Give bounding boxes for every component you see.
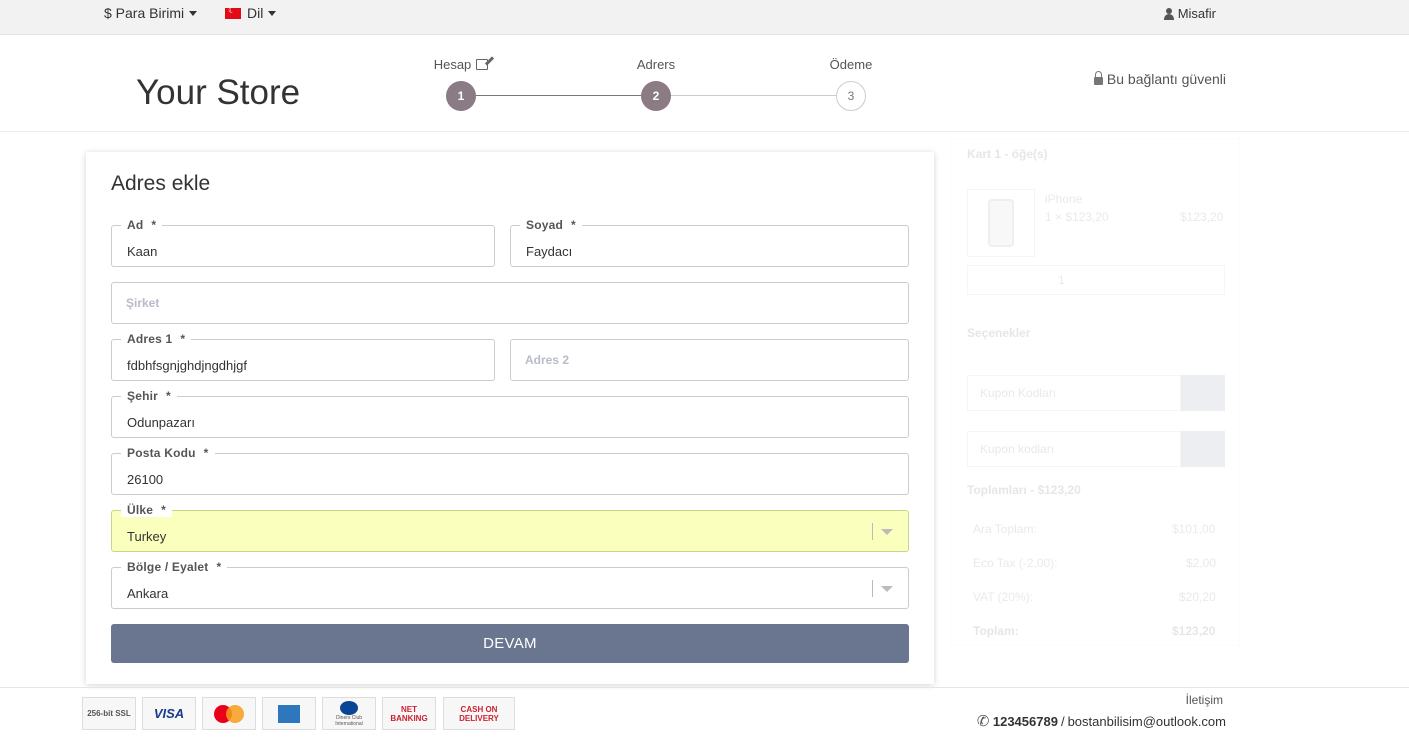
chevron-down-icon[interactable] bbox=[881, 586, 893, 592]
field-label: Bölge / Eyalet * bbox=[121, 560, 228, 574]
contact-separator: / bbox=[1060, 714, 1065, 729]
total-label: Toplam: bbox=[973, 624, 1019, 638]
step-address: Adrers 2 bbox=[616, 57, 696, 111]
quantity-stepper[interactable]: 1 bbox=[967, 265, 1225, 295]
address-form-card: Adres ekle Ad * Kaan Soyad * Faydacı Şirke… bbox=[86, 152, 934, 684]
total-value: $101,00 bbox=[1172, 522, 1216, 536]
company-field[interactable]: Şirket bbox=[111, 282, 909, 324]
country-select[interactable]: Ülke * Turkey bbox=[111, 503, 909, 552]
net-banking-icon: NET BANKING bbox=[382, 697, 436, 730]
step-number: 2 bbox=[641, 81, 671, 111]
lock-icon bbox=[1093, 71, 1103, 85]
address1-field[interactable]: Adres 1 * fdbhfsgnjghdjngdhjgf bbox=[111, 332, 495, 381]
diners-club-icon: Diners Club International bbox=[322, 697, 376, 730]
voucher-placeholder: Kupon kodları bbox=[980, 442, 1055, 456]
header: Your Store Hesap 1 Adrers 2 Ödeme 3 Bu b… bbox=[0, 35, 1409, 132]
field-label: Ülke * bbox=[121, 503, 173, 517]
options-title: Seçenekler bbox=[967, 326, 1031, 340]
iphone-icon bbox=[988, 199, 1014, 247]
user-icon bbox=[1163, 7, 1174, 20]
field-value: Turkey bbox=[127, 529, 167, 544]
footer: 256-bit SSL VISA Diners Club Internation… bbox=[0, 687, 1409, 743]
quantity-value: 1 bbox=[1058, 273, 1065, 287]
cart-item-name: iPhone bbox=[1045, 192, 1083, 206]
user-label: Misafir bbox=[1177, 6, 1216, 21]
field-placeholder: Adres 2 bbox=[525, 353, 570, 367]
field-value: Odunpazarı bbox=[127, 415, 195, 430]
step-account[interactable]: Hesap 1 bbox=[421, 57, 501, 111]
step-label: Adrers bbox=[636, 56, 676, 72]
secure-connection: Bu bağlantı güvenli bbox=[1093, 71, 1226, 87]
language-label: Dil bbox=[247, 5, 264, 21]
contact-link[interactable]: İletişim bbox=[1186, 693, 1223, 707]
edit-icon bbox=[476, 58, 489, 70]
contact-info: 123456789 / bostanbilisim@outlook.com bbox=[977, 712, 1226, 730]
total-value: $123,20 bbox=[1172, 624, 1216, 638]
postcode-field[interactable]: Posta Kodu * 26100 bbox=[111, 446, 909, 495]
total-value: $2,00 bbox=[1186, 556, 1217, 570]
select-separator bbox=[872, 523, 873, 540]
select-separator bbox=[872, 580, 873, 597]
field-value: fdbhfsgnjghdjngdhjgf bbox=[127, 358, 247, 373]
totals-title: Toplamları - $123,20 bbox=[967, 483, 1081, 497]
step-number: 3 bbox=[836, 81, 866, 111]
chevron-down-icon[interactable] bbox=[881, 529, 893, 535]
total-label: Ara Toplam: bbox=[973, 522, 1037, 536]
secure-text: Bu bağlantı güvenli bbox=[1106, 71, 1226, 87]
coupon-placeholder: Kupon Kodları bbox=[980, 386, 1057, 400]
currency-label: $ Para Birimi bbox=[104, 5, 185, 21]
phone-number[interactable]: 123456789 bbox=[993, 714, 1058, 729]
region-select[interactable]: Bölge / Eyalet * Ankara bbox=[111, 560, 909, 609]
voucher-input[interactable]: Kupon kodları bbox=[967, 431, 1181, 467]
email-address[interactable]: bostanbilisim@outlook.com bbox=[1068, 714, 1226, 729]
phone-icon bbox=[977, 712, 990, 730]
step-payment: Ödeme 3 bbox=[811, 57, 891, 111]
total-value: $20,20 bbox=[1179, 590, 1216, 604]
cart-summary: Kart 1 - öğe(s) iPhone 1 × $123,20 $123,… bbox=[950, 138, 1240, 646]
form-title: Adres ekle bbox=[111, 172, 211, 195]
visa-icon: VISA bbox=[142, 697, 196, 730]
user-menu[interactable]: Misafir bbox=[1163, 6, 1216, 21]
field-value: Ankara bbox=[127, 586, 169, 601]
cart-item-total: $123,20 bbox=[1180, 210, 1224, 224]
field-label: Posta Kodu * bbox=[121, 446, 215, 460]
ssl-badge-icon: 256-bit SSL bbox=[82, 697, 136, 730]
language-dropdown[interactable]: Dil bbox=[225, 5, 277, 21]
continue-button[interactable]: DEVAM bbox=[111, 624, 909, 663]
mastercard-icon bbox=[202, 697, 256, 730]
field-placeholder: Şirket bbox=[126, 296, 160, 310]
store-logo[interactable]: Your Store bbox=[136, 73, 300, 113]
step-label: Hesap bbox=[433, 56, 472, 72]
field-label: Ad * bbox=[121, 218, 163, 232]
apply-coupon-button[interactable] bbox=[1181, 375, 1225, 411]
last-name-field[interactable]: Soyad * Faydacı bbox=[510, 218, 909, 267]
apply-voucher-button[interactable] bbox=[1181, 431, 1225, 467]
step-label: Ödeme bbox=[829, 56, 873, 72]
top-bar: $ Para Birimi Dil Misafir bbox=[0, 0, 1409, 35]
amex-icon bbox=[262, 697, 316, 730]
field-value: 26100 bbox=[127, 472, 164, 487]
field-label: Şehir * bbox=[121, 389, 177, 403]
product-image bbox=[967, 189, 1035, 257]
cart-item-qty-price: 1 × $123,20 bbox=[1045, 210, 1109, 224]
turkey-flag-icon bbox=[225, 5, 241, 19]
address2-field[interactable]: Adres 2 bbox=[510, 339, 909, 381]
coupon-input[interactable]: Kupon Kodları bbox=[967, 375, 1181, 411]
cart-title: Kart 1 - öğe(s) bbox=[967, 147, 1048, 161]
chevron-down-icon bbox=[268, 10, 277, 16]
city-field[interactable]: Şehir * Odunpazarı bbox=[111, 389, 909, 438]
chevron-down-icon bbox=[189, 10, 198, 16]
field-label: Soyad * bbox=[520, 218, 582, 232]
first-name-field[interactable]: Ad * Kaan bbox=[111, 218, 495, 267]
field-label: Adres 1 * bbox=[121, 332, 192, 346]
currency-dropdown[interactable]: $ Para Birimi bbox=[104, 5, 198, 21]
field-value: Kaan bbox=[127, 244, 158, 259]
total-label: Eco Tax (-2,00): bbox=[973, 556, 1058, 570]
cash-on-delivery-icon: CASH ON DELIVERY bbox=[443, 697, 515, 730]
field-value: Faydacı bbox=[526, 244, 573, 259]
step-number: 1 bbox=[446, 81, 476, 111]
total-label: VAT (20%): bbox=[973, 590, 1034, 604]
